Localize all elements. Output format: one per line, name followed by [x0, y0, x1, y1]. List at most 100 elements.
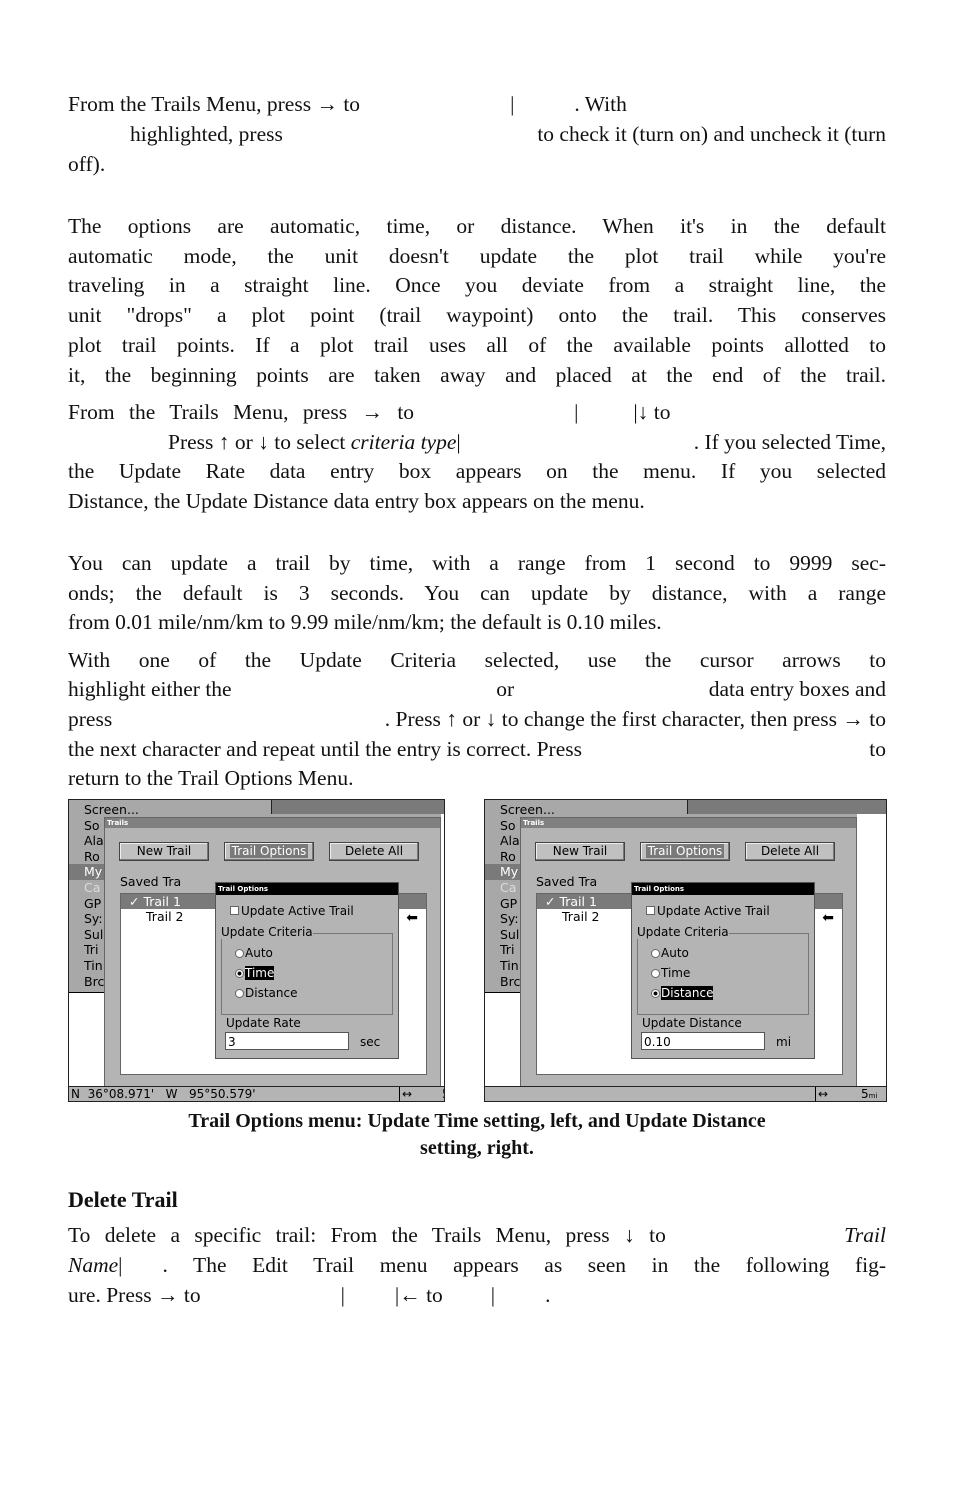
trail-options-dialog: Trail Options Update Active Trail Update… — [215, 882, 399, 1059]
unit-label: mi — [776, 1035, 792, 1049]
label: Auto — [245, 946, 273, 960]
text: | — [574, 400, 579, 424]
radio-auto[interactable]: Auto — [235, 946, 273, 960]
label: N — [71, 1087, 80, 1101]
text-line: plot trail points. If a plot trail uses … — [68, 333, 886, 357]
text: . — [545, 1283, 551, 1307]
text-line: Name |. The Edit Trail menu appears as se… — [68, 1251, 886, 1279]
checkbox-icon — [646, 906, 655, 915]
radio-icon — [235, 969, 244, 978]
text: press — [68, 707, 113, 731]
radio-time[interactable]: Time — [651, 966, 690, 980]
screenshot-update-distance: Screen... So Ala Ro My Ca GP Sy: Sul Tri Tin Brc Tr… — [484, 799, 887, 1102]
text: to — [869, 737, 886, 761]
text: ure. Press → to — [68, 1283, 201, 1307]
label: Time — [245, 966, 275, 980]
saved-trails-label: Saved Tra — [120, 874, 182, 889]
trail-options-dialog: Trail Options Update Active Trail Update… — [631, 882, 815, 1059]
new-trail-button[interactable]: New Trail — [119, 842, 209, 861]
update-active-trail-checkbox[interactable]: Update Active Trail — [646, 904, 770, 918]
text-line: highlighted, press to check it (turn on) … — [68, 120, 886, 148]
figure-caption: Trail Options menu: Update Time setting,… — [188, 1110, 766, 1132]
dialog-title: Trails — [105, 818, 440, 828]
label: Auto — [661, 946, 689, 960]
text: To delete a specific trail: From the Tra… — [68, 1223, 666, 1247]
radio-icon — [651, 989, 660, 998]
text-line: With one of the Update Criteria selected… — [68, 648, 886, 672]
label: Distance — [245, 986, 298, 1000]
text: . If you selected Time, — [693, 430, 886, 454]
update-distance-input[interactable]: 0.10 — [641, 1032, 765, 1050]
delete-all-button[interactable]: Delete All — [329, 842, 419, 861]
document-page: From the Trails Menu, press → to |. With … — [0, 0, 954, 1487]
label: ✓ Trail 1 — [545, 894, 597, 909]
latitude: 36°08.971' — [87, 1087, 155, 1101]
text-line: the Update Rate data entry box appears o… — [68, 459, 886, 483]
trail-options-button[interactable]: Trail Options — [224, 842, 314, 861]
dialog-title: Trail Options — [632, 883, 814, 895]
unit-label: sec — [360, 1035, 381, 1049]
field-label: Update Distance — [642, 1016, 742, 1030]
menu-item[interactable]: Screen... — [84, 802, 139, 818]
checkbox-icon — [230, 906, 239, 915]
label: Time — [661, 966, 691, 980]
group-label: Update Criteria — [221, 925, 313, 939]
text-line: onds; the default is 3 seconds. You can … — [68, 581, 886, 605]
text: . With — [574, 92, 627, 116]
saved-trails-label: Saved Tra — [536, 874, 598, 889]
menu-item[interactable]: Screen... — [500, 802, 555, 818]
label: mi — [868, 1092, 878, 1100]
text: the next character and repeat until the … — [68, 737, 582, 761]
delete-all-button[interactable]: Delete All — [745, 842, 835, 861]
text: Press ↑ or ↓ to select — [168, 430, 346, 454]
trails-dialog: Trails New Trail Trail Options Delete Al… — [520, 817, 857, 1089]
range-icon: ↔ — [399, 1087, 412, 1101]
text: . The Edit Trail menu appears as seen in… — [162, 1253, 886, 1277]
radio-icon — [651, 949, 660, 958]
screenshot-update-time: Screen... So Ala Ro My Ca GP Sy: Sul Tri Tin Brc Tr… — [68, 799, 445, 1102]
new-trail-button[interactable]: New Trail — [535, 842, 625, 861]
text: | — [340, 1283, 345, 1307]
arrow-icon: ⬅ — [822, 910, 834, 926]
update-active-trail-checkbox[interactable]: Update Active Trail — [230, 904, 354, 918]
text-line: off). — [68, 152, 106, 176]
label: W — [165, 1087, 178, 1101]
text-line: From the Trails Menu, press → to | |↓ to — [68, 398, 886, 426]
label: Trail Options — [645, 844, 725, 858]
text-line: Press ↑ or ↓ to select criteria type |. I… — [68, 428, 886, 456]
text-line: highlight either the or data entry boxes a… — [68, 675, 886, 703]
text-line: The options are automatic, time, or dist… — [68, 214, 886, 238]
group-label: Update Criteria — [637, 925, 729, 939]
label: Delete All — [760, 844, 820, 858]
text-line: To delete a specific trail: From the Tra… — [68, 1221, 886, 1249]
text-line: it, the beginning points are taken away … — [68, 363, 886, 387]
radio-time[interactable]: Time — [235, 966, 275, 980]
radio-distance[interactable]: Distance — [235, 986, 297, 1000]
text: or — [496, 677, 515, 701]
map-view — [69, 992, 104, 1087]
radio-icon — [235, 989, 244, 998]
update-rate-input[interactable]: 3 — [225, 1032, 349, 1050]
text-line: the next character and repeat until the … — [68, 735, 886, 763]
text-line: ure. Press → to | |← to |. — [68, 1281, 886, 1309]
label: Update Active Trail — [657, 904, 770, 918]
scale: 5 — [861, 1087, 869, 1101]
section-heading: Delete Trail — [68, 1187, 178, 1212]
label: New Trail — [136, 844, 192, 858]
text-line: Distance, the Update Distance data entry… — [68, 489, 645, 513]
text-line: unit "drops" a plot point (trail waypoin… — [68, 303, 886, 327]
status-bar: N 36°08.971' W 95°50.579' ↔ 5mi — [69, 1086, 444, 1101]
text-line: from 0.01 mile/nm/km to 9.99 mile/nm/km;… — [68, 610, 662, 634]
radio-icon — [235, 949, 244, 958]
trail-options-button[interactable]: Trail Options — [640, 842, 730, 861]
text: data entry boxes and — [708, 677, 886, 701]
text-line: From the Trails Menu, press → to | . With — [68, 90, 886, 118]
map-view — [485, 992, 520, 1087]
text: highlight either the — [68, 677, 232, 701]
dialog-title: Trails — [521, 818, 856, 828]
radio-distance[interactable]: Distance — [651, 986, 714, 1000]
text-line: You can update a trail by time, with a r… — [68, 551, 886, 575]
label: ✓ Trail 1 — [129, 894, 181, 909]
trails-dialog: Trails New Trail Trail Options Delete Al… — [104, 817, 441, 1089]
radio-auto[interactable]: Auto — [651, 946, 689, 960]
